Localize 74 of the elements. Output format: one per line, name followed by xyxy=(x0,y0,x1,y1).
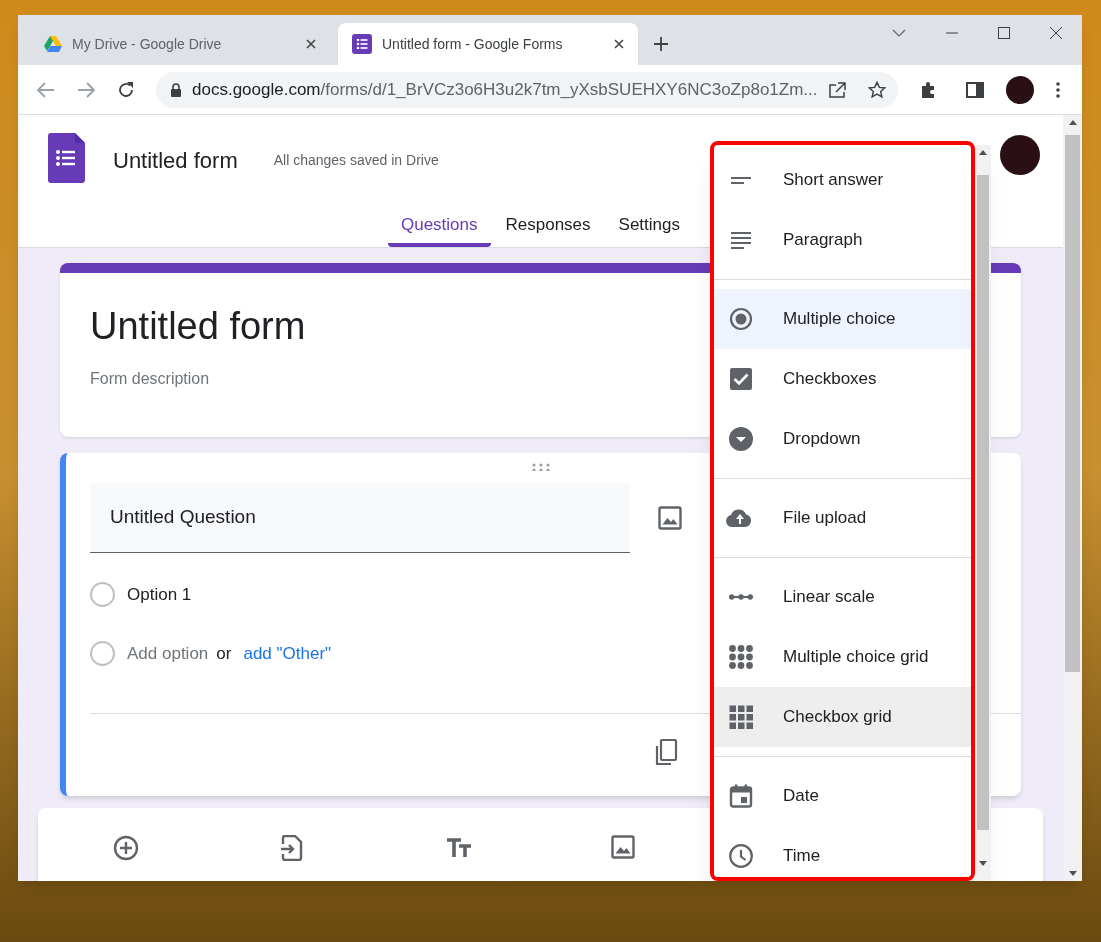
side-panel-icon[interactable] xyxy=(966,81,984,98)
clock-icon xyxy=(729,844,753,868)
add-circle-icon[interactable] xyxy=(113,835,139,861)
form-tab[interactable]: Settings xyxy=(605,206,693,247)
tab-title: My Drive - Google Drive xyxy=(72,34,223,54)
radio-button[interactable] xyxy=(90,582,115,608)
maximize-icon[interactable] xyxy=(998,27,1010,39)
short-lines-icon xyxy=(731,176,751,184)
forward-arrow-icon[interactable] xyxy=(77,81,95,98)
menu-item[interactable]: Time xyxy=(714,826,971,877)
star-icon[interactable] xyxy=(868,80,886,99)
reload-icon[interactable] xyxy=(117,80,135,99)
drag-handle-icon[interactable] xyxy=(531,463,551,471)
menu-item[interactable]: Multiple choice grid xyxy=(714,627,971,687)
lock-icon xyxy=(170,82,182,97)
new-tab-icon[interactable] xyxy=(654,37,668,51)
scroll-down-icon[interactable] xyxy=(979,861,987,866)
drive-logo-icon xyxy=(44,36,62,52)
save-status: All changes saved in Drive xyxy=(273,151,439,170)
form-heading[interactable]: Untitled form xyxy=(90,303,306,349)
form-list-icon xyxy=(352,34,372,54)
radio-button[interactable] xyxy=(90,640,115,666)
scroll-up-icon[interactable] xyxy=(979,150,987,155)
menu-item[interactable]: Checkboxes xyxy=(714,349,971,409)
question-title-field[interactable]: Untitled Question xyxy=(90,483,630,553)
page-scrollbar[interactable] xyxy=(1063,115,1082,881)
form-tab[interactable]: Responses xyxy=(492,206,604,247)
form-document-icon[interactable] xyxy=(48,132,85,183)
image-icon[interactable] xyxy=(658,506,682,530)
address-bar[interactable]: docs.google.com/forms/d/1_BrVCz3o6H3u2k7tm_yXsbSUEHXY6NC3oZp8o1Zm... xyxy=(156,71,898,108)
back-arrow-icon[interactable] xyxy=(37,81,55,98)
scroll-up-icon[interactable] xyxy=(1068,120,1077,125)
url-text: docs.google.com/forms/d/1_BrVCz3o6H3u2k7tm_yXsbSUEHXY6NC3oZp8o1Zm... xyxy=(192,78,818,101)
browser-tab[interactable]: Untitled form - Google Forms xyxy=(338,23,638,65)
scrollbar-thumb[interactable] xyxy=(977,175,989,830)
menu-item[interactable]: Checkbox grid xyxy=(714,687,971,747)
close-icon[interactable] xyxy=(614,39,624,49)
menu-item[interactable]: Date xyxy=(714,766,971,826)
menu-item[interactable]: Paragraph xyxy=(714,210,971,270)
option-label[interactable]: Option 1 xyxy=(127,582,192,608)
copy-icon[interactable] xyxy=(654,738,678,766)
add-other-link[interactable]: add "Other" xyxy=(243,640,332,666)
close-icon[interactable] xyxy=(1050,27,1062,39)
share-icon[interactable] xyxy=(828,81,846,98)
profile-avatar[interactable] xyxy=(1006,75,1034,104)
radio-button-icon xyxy=(729,307,753,331)
form-tab[interactable]: Questions xyxy=(387,206,491,247)
image-icon[interactable] xyxy=(611,835,635,859)
form-title[interactable]: Untitled form xyxy=(113,144,238,177)
browser-tab[interactable]: My Drive - Google Drive xyxy=(30,23,330,65)
scroll-down-icon[interactable] xyxy=(1068,871,1077,876)
text-size-icon[interactable] xyxy=(446,838,472,858)
close-icon[interactable] xyxy=(306,39,316,49)
menu-item[interactable]: Short answer xyxy=(714,150,971,210)
import-file-icon[interactable] xyxy=(281,835,303,861)
scrollbar-thumb[interactable] xyxy=(1065,135,1080,672)
add-option-field[interactable]: Add option xyxy=(127,640,209,666)
or-text: or xyxy=(216,642,232,665)
checkbox-icon xyxy=(729,367,753,391)
account-avatar[interactable] xyxy=(1000,135,1040,175)
description-field[interactable]: Form description xyxy=(90,367,590,391)
menu-item[interactable]: Multiple choice xyxy=(714,289,971,349)
dropdown-circle-icon xyxy=(729,427,753,451)
menu-item[interactable]: Dropdown xyxy=(714,409,971,469)
calendar-icon xyxy=(729,784,753,808)
more-menu-icon[interactable] xyxy=(1056,81,1060,98)
menu-scrollbar[interactable] xyxy=(975,145,991,880)
menu-item[interactable]: Linear scale xyxy=(714,567,971,627)
chevron-down-icon[interactable] xyxy=(892,29,906,37)
square-grid-icon xyxy=(729,705,753,729)
dot-grid-icon xyxy=(729,645,753,669)
linear-scale-icon xyxy=(729,594,753,600)
tab-title: Untitled form - Google Forms xyxy=(382,34,564,54)
menu-item[interactable]: File upload xyxy=(714,488,971,548)
